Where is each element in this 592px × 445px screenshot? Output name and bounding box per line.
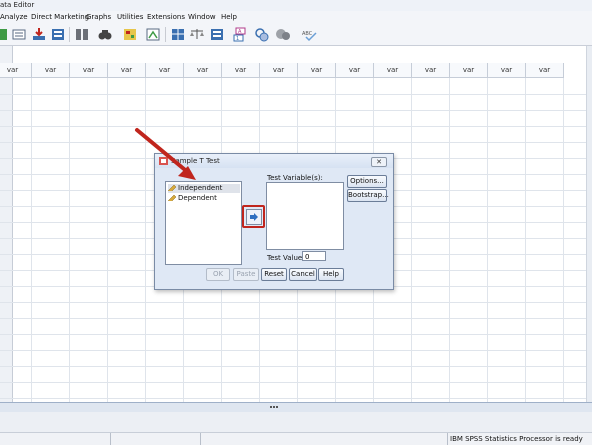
menu-utilities[interactable]: Utilities xyxy=(117,13,143,21)
value-labels-icon[interactable]: A1 xyxy=(232,27,248,42)
grid-row-line xyxy=(0,142,592,143)
insert-cases-icon[interactable] xyxy=(122,27,138,42)
column-header[interactable]: var xyxy=(70,63,108,78)
ok-button[interactable]: OK xyxy=(206,268,230,281)
toolbar-separator xyxy=(69,27,70,42)
insert-variable-icon[interactable] xyxy=(145,27,161,42)
status-cell xyxy=(200,433,201,445)
column-header[interactable]: var xyxy=(450,63,488,78)
column-header[interactable]: var xyxy=(260,63,298,78)
move-variable-button[interactable] xyxy=(246,209,262,225)
column-header[interactable]: var xyxy=(298,63,336,78)
variable-label: Dependent xyxy=(178,194,217,202)
help-button[interactable]: Help xyxy=(318,268,344,281)
grid-row-line xyxy=(0,382,592,383)
menu-direct-marketing[interactable]: Direct Marketing xyxy=(31,13,89,21)
recall-dialog-icon[interactable] xyxy=(31,27,47,42)
use-sets-icon[interactable] xyxy=(254,27,270,42)
vertical-scrollbar[interactable] xyxy=(586,46,592,402)
paste-button[interactable]: Paste xyxy=(233,268,259,281)
find-icon[interactable] xyxy=(97,27,113,42)
grid-row-line xyxy=(0,126,592,127)
grid-row-line xyxy=(0,366,592,367)
grid-row-line xyxy=(0,350,592,351)
grid-row-line xyxy=(0,398,592,399)
options-button[interactable]: Options... xyxy=(347,175,387,188)
variable-item-independent[interactable]: Independent xyxy=(168,184,240,193)
column-header[interactable]: var xyxy=(526,63,564,78)
dialog-close-button[interactable]: ✕ xyxy=(371,157,387,167)
bootstrap-button[interactable]: Bootstrap... xyxy=(347,189,389,202)
lower-panel xyxy=(0,412,592,433)
column-header[interactable]: var xyxy=(374,63,412,78)
one-sample-t-test-dialog: Sample T Test ✕ Independent Dependent Te… xyxy=(154,153,394,290)
processor-status: IBM SPSS Statistics Processor is ready xyxy=(450,435,583,443)
menu-help[interactable]: Help xyxy=(221,13,237,21)
column-header[interactable]: var xyxy=(146,63,184,78)
right-arrow-icon xyxy=(250,213,258,221)
status-cell xyxy=(110,433,111,445)
test-value-input[interactable]: 0 xyxy=(302,251,326,261)
dialog-title: Sample T Test xyxy=(171,157,220,165)
dialog-title-bar[interactable]: Sample T Test ✕ xyxy=(155,154,393,168)
weight-cases-icon[interactable] xyxy=(189,27,205,42)
variable-item-dependent[interactable]: Dependent xyxy=(168,194,217,203)
goto-case-icon[interactable] xyxy=(50,27,66,42)
grid-row-line xyxy=(0,302,592,303)
reset-button[interactable]: Reset xyxy=(261,268,287,281)
toolbar-separator xyxy=(165,27,166,42)
svg-text:1: 1 xyxy=(236,36,239,42)
show-all-icon[interactable] xyxy=(275,27,291,42)
select-cases-icon[interactable] xyxy=(209,27,225,42)
split-file-icon[interactable] xyxy=(170,27,186,42)
dialog-app-icon xyxy=(159,157,168,165)
source-variable-list[interactable]: Independent Dependent xyxy=(165,181,242,265)
scale-ruler-icon xyxy=(168,195,176,201)
column-header[interactable]: var xyxy=(32,63,70,78)
grid-row-line xyxy=(0,318,592,319)
test-value-label: Test Value: xyxy=(267,254,305,262)
column-header[interactable]: var xyxy=(184,63,222,78)
toolbar: A1 ABC xyxy=(0,23,592,46)
import-icon[interactable] xyxy=(11,27,27,42)
menu-extensions[interactable]: Extensions xyxy=(147,13,185,21)
goto-variable-icon[interactable] xyxy=(74,27,90,42)
data-icon[interactable] xyxy=(0,27,10,42)
spelling-icon[interactable]: ABC xyxy=(302,27,318,42)
splitter-grip-icon xyxy=(270,406,280,409)
variable-label: Independent xyxy=(178,184,223,192)
svg-text:ABC: ABC xyxy=(302,31,313,37)
svg-text:A: A xyxy=(238,29,242,35)
menu-graphs[interactable]: Graphs xyxy=(86,13,111,21)
test-variables-label: Test Variable(s): xyxy=(267,174,323,182)
column-header[interactable]: var xyxy=(222,63,260,78)
column-header[interactable]: var xyxy=(488,63,526,78)
column-header[interactable]: var xyxy=(108,63,146,78)
status-bar: IBM SPSS Statistics Processor is ready xyxy=(0,432,592,445)
grid-row-line xyxy=(0,110,592,111)
grid-row-line xyxy=(0,334,592,335)
column-header[interactable]: var xyxy=(412,63,450,78)
window-title: ata Editor xyxy=(0,1,35,9)
cancel-button[interactable]: Cancel xyxy=(289,268,317,281)
grid-row-line xyxy=(0,94,592,95)
scale-ruler-icon xyxy=(168,185,176,191)
column-header[interactable]: var xyxy=(336,63,374,78)
status-cell xyxy=(447,433,448,445)
row-number-gutter xyxy=(0,46,13,402)
column-header[interactable]: var xyxy=(0,63,32,78)
menu-analyze[interactable]: Analyze xyxy=(0,13,28,21)
test-variables-list[interactable] xyxy=(266,182,344,250)
menu-window[interactable]: Window xyxy=(188,13,216,21)
